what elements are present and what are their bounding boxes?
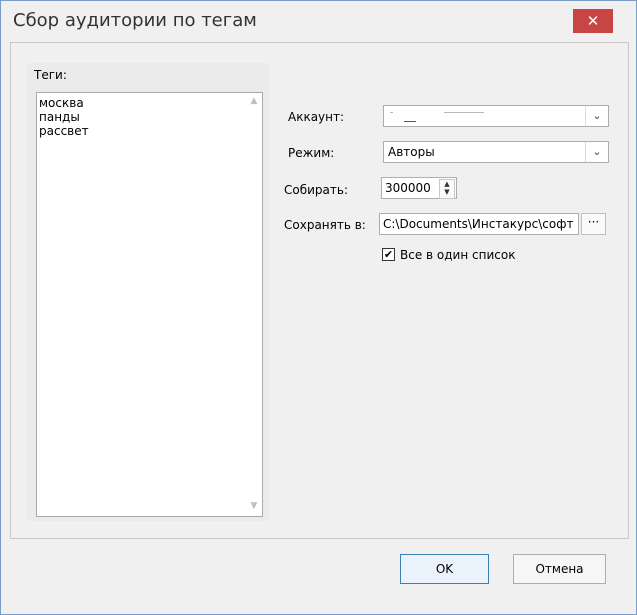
- ok-button[interactable]: OK: [400, 554, 489, 584]
- collect-label: Собирать:: [284, 183, 348, 197]
- close-icon: ✕: [586, 12, 600, 30]
- mode-value: Авторы: [388, 145, 435, 159]
- masked-text-fragment: [390, 112, 393, 113]
- stepper-buttons[interactable]: ▲ ▼: [439, 179, 455, 199]
- save-path-field[interactable]: C:\Documents\Инстакурс\софт: [379, 213, 579, 235]
- masked-text-fragment: [404, 121, 416, 122]
- mode-select[interactable]: Авторы ⌄: [383, 141, 609, 163]
- stepper-up-icon[interactable]: ▲: [440, 180, 454, 188]
- dialog-window: Сбор аудитории по тегам ✕ Теги: москва п…: [0, 0, 637, 615]
- tags-textarea[interactable]: москва панды рассвет ▲ ▼: [36, 92, 263, 517]
- title-bar: Сбор аудитории по тегам ✕: [1, 1, 636, 42]
- mode-label: Режим:: [288, 146, 335, 160]
- scroll-down-icon[interactable]: ▼: [248, 501, 260, 511]
- chevron-down-icon[interactable]: ⌄: [585, 142, 608, 162]
- stepper-down-icon[interactable]: ▼: [440, 188, 454, 196]
- tags-text: москва панды рассвет: [39, 96, 89, 138]
- dialog-title: Сбор аудитории по тегам: [13, 10, 257, 31]
- scroll-up-icon[interactable]: ▲: [248, 96, 260, 106]
- single-list-label[interactable]: Все в один список: [400, 248, 515, 262]
- save-path-label: Сохранять в:: [284, 218, 366, 232]
- chevron-down-icon[interactable]: ⌄: [585, 106, 608, 126]
- browse-button[interactable]: ···: [581, 213, 606, 235]
- save-path-value: C:\Documents\Инстакурс\софт: [383, 217, 574, 231]
- masked-text-fragment: [444, 112, 484, 113]
- account-label: Аккаунт:: [288, 110, 345, 124]
- close-button[interactable]: ✕: [573, 9, 613, 33]
- single-list-checkbox[interactable]: ✔: [382, 248, 395, 261]
- collect-value: 300000: [385, 181, 431, 195]
- checkmark-icon: ✔: [383, 248, 394, 261]
- cancel-button[interactable]: Отмена: [513, 554, 606, 584]
- tags-label: Теги:: [34, 68, 67, 82]
- collect-stepper[interactable]: 300000 ▲ ▼: [381, 177, 457, 199]
- account-select[interactable]: ⌄: [383, 105, 609, 127]
